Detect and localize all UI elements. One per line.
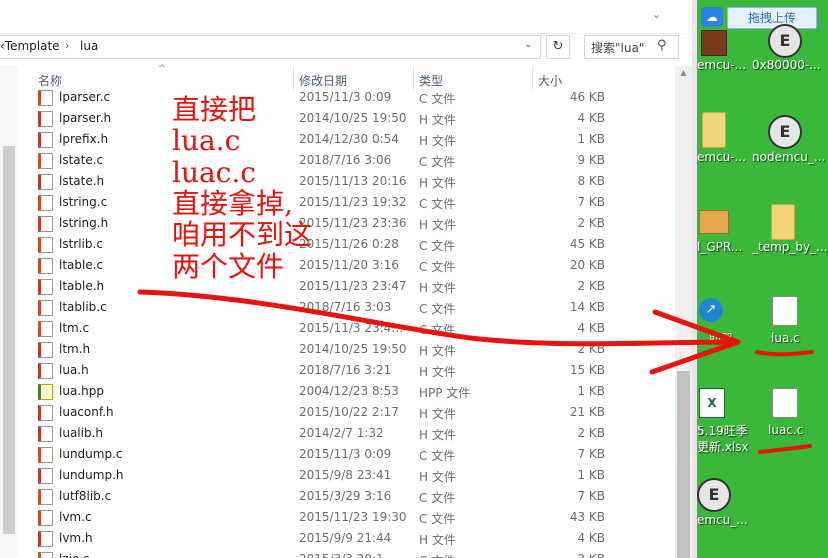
annotation-strokes [137,289,814,454]
annotation-underline-lua-c [755,350,814,357]
annotation-underline-luac-c [758,444,812,454]
annotation-arrow-shaft [137,289,738,347]
